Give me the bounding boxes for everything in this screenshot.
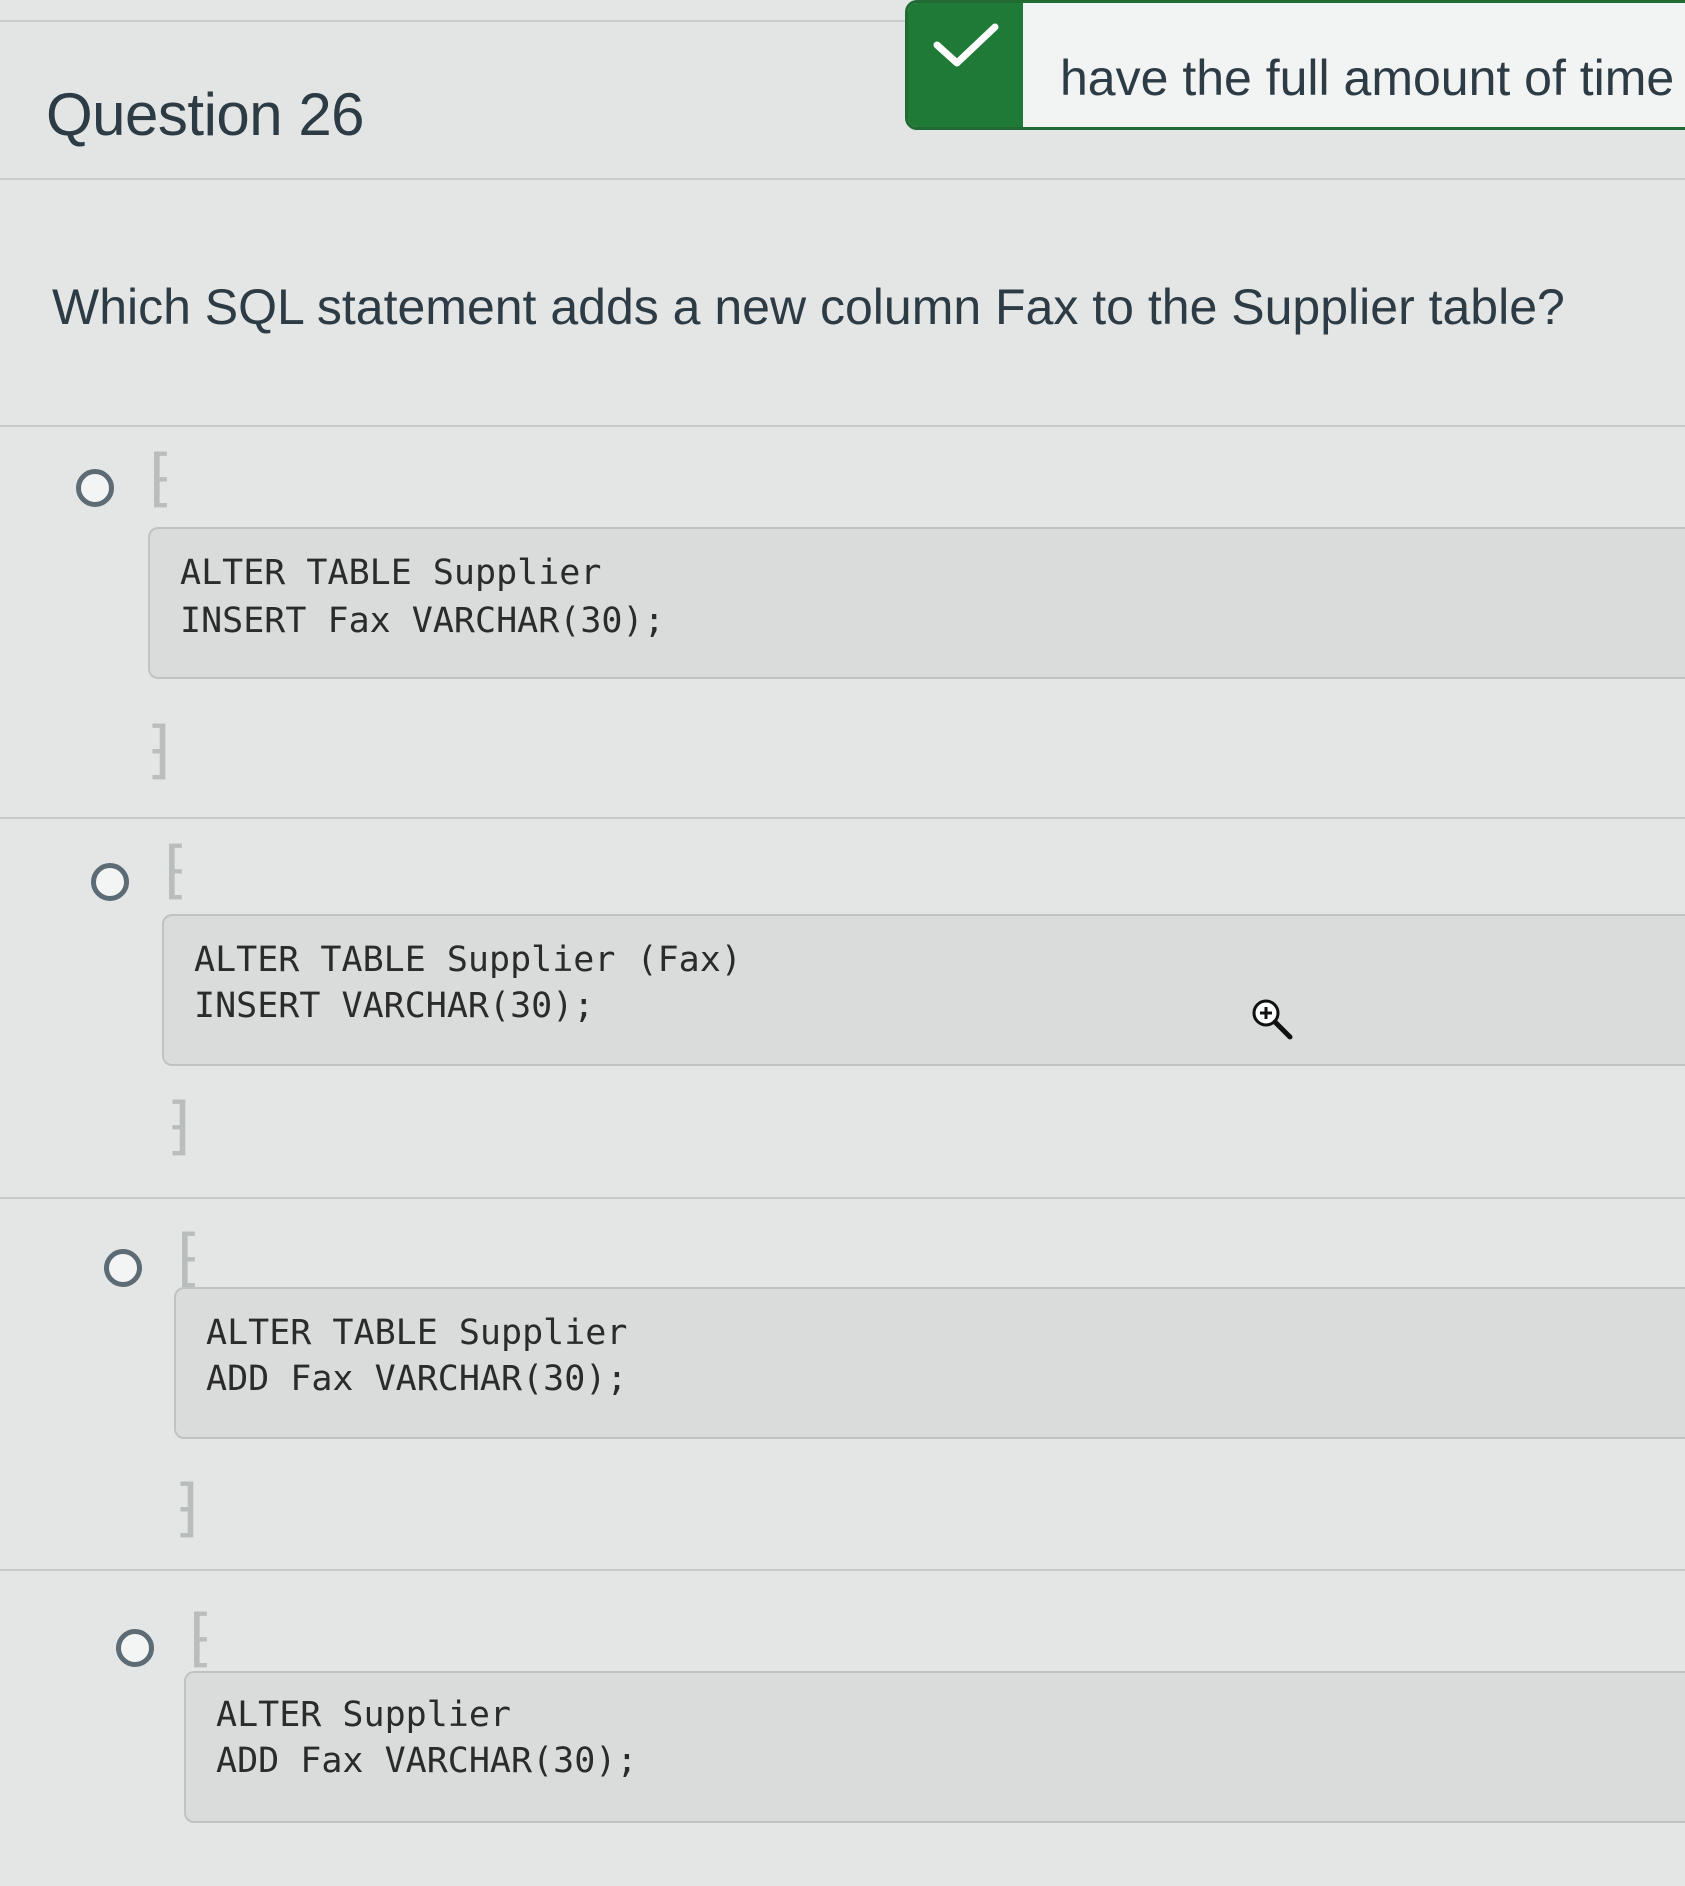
timer-notice-banner: have the full amount of time t — [905, 0, 1685, 130]
question-title: Question 26 — [46, 81, 365, 148]
code-block-2: ALTER TABLE Supplier (Fax) INSERT VARCHA… — [162, 914, 1685, 1066]
answer-radio-2[interactable] — [91, 863, 129, 901]
code-line: INSERT Fax VARCHAR(30); — [180, 601, 665, 641]
close-bracket: ⁆ — [170, 1471, 208, 1544]
code-block-3: ALTER TABLE Supplier ADD Fax VARCHAR(30)… — [174, 1287, 1685, 1439]
code-line: ALTER Supplier — [216, 1695, 512, 1735]
code-line: ALTER TABLE Supplier — [180, 553, 602, 593]
answer-option-1[interactable]: ⁅ ALTER TABLE Supplier INSERT Fax VARCHA… — [0, 425, 1685, 817]
open-bracket: ⁅ — [155, 833, 193, 906]
code-block-4: ALTER Supplier ADD Fax VARCHAR(30); — [184, 1671, 1685, 1823]
open-bracket: ⁅ — [168, 1221, 206, 1294]
code-line: INSERT VARCHAR(30); — [194, 986, 595, 1026]
answer-radio-3[interactable] — [104, 1249, 142, 1287]
code-line: ADD Fax VARCHAR(30); — [206, 1359, 628, 1399]
timer-notice-text: have the full amount of time t — [1060, 50, 1685, 106]
checkmark-icon — [908, 3, 1023, 127]
answer-option-3[interactable]: ⁅ ALTER TABLE Supplier ADD Fax VARCHAR(3… — [0, 1197, 1685, 1569]
quiz-page: Question 26 have the full amount of time… — [0, 0, 1685, 1886]
code-line: ALTER TABLE Supplier — [206, 1313, 628, 1353]
zoom-in-cursor-icon — [1250, 997, 1298, 1050]
close-bracket: ⁆ — [142, 713, 180, 786]
open-bracket: ⁅ — [180, 1601, 218, 1674]
code-line: ALTER TABLE Supplier (Fax) — [194, 940, 742, 980]
answer-option-2[interactable]: ⁅ ALTER TABLE Supplier (Fax) INSERT VARC… — [0, 817, 1685, 1197]
answer-radio-1[interactable] — [76, 469, 114, 507]
answer-radio-4[interactable] — [116, 1629, 154, 1667]
question-header: Question 26 have the full amount of time… — [0, 0, 1685, 180]
close-bracket: ⁆ — [162, 1089, 200, 1162]
code-block-1: ALTER TABLE Supplier INSERT Fax VARCHAR(… — [148, 527, 1685, 679]
question-text: Which SQL statement adds a new column Fa… — [52, 279, 1565, 335]
code-line: ADD Fax VARCHAR(30); — [216, 1741, 638, 1781]
answer-option-4[interactable]: ⁅ ALTER Supplier ADD Fax VARCHAR(30); — [0, 1569, 1685, 1886]
open-bracket: ⁅ — [140, 441, 178, 514]
